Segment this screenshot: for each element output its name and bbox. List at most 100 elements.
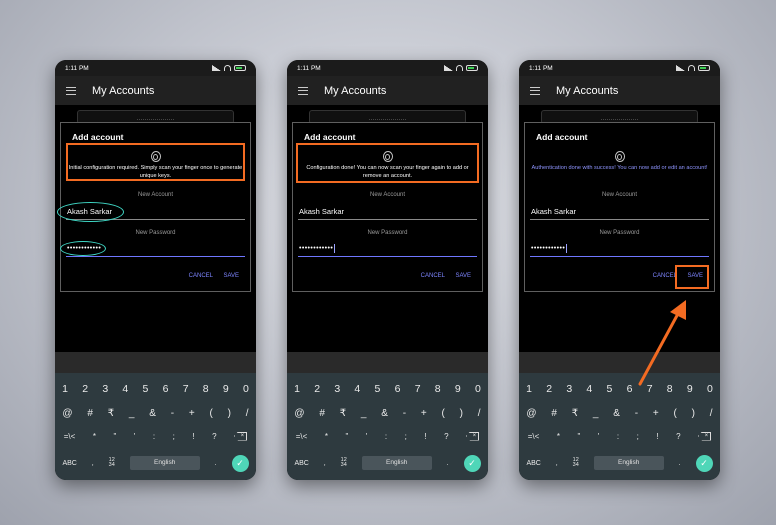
hamburger-menu-icon[interactable]: [298, 86, 308, 95]
key[interactable]: 0: [475, 383, 481, 395]
key[interactable]: 8: [203, 383, 209, 395]
key[interactable]: 7: [415, 383, 421, 395]
key[interactable]: ): [228, 408, 231, 419]
key[interactable]: !: [192, 432, 194, 441]
key[interactable]: 4: [354, 383, 360, 395]
key[interactable]: @: [62, 408, 72, 419]
key[interactable]: _: [593, 408, 599, 419]
key[interactable]: 3: [334, 383, 340, 395]
key[interactable]: ;: [173, 432, 175, 441]
cancel-button[interactable]: CANCEL: [653, 273, 677, 279]
backspace-icon[interactable]: ×: [698, 431, 712, 441]
comma-key[interactable]: ,: [324, 460, 326, 467]
key[interactable]: 1: [294, 383, 300, 395]
key[interactable]: @: [294, 408, 304, 419]
account-name-input[interactable]: Akash Sarkar: [530, 205, 709, 220]
save-button[interactable]: SAVE: [455, 273, 471, 279]
cancel-button[interactable]: CANCEL: [189, 273, 213, 279]
key[interactable]: 0: [243, 383, 249, 395]
key[interactable]: (: [673, 408, 676, 419]
key[interactable]: #: [551, 408, 557, 419]
key[interactable]: 2: [314, 383, 320, 395]
backspace-icon[interactable]: ×: [234, 431, 248, 441]
key[interactable]: /: [246, 408, 249, 419]
abc-key[interactable]: ABC: [62, 460, 76, 467]
comma-key[interactable]: ,: [92, 460, 94, 467]
ratio-key[interactable]: 12 34: [573, 457, 579, 469]
key[interactable]: @: [526, 408, 536, 419]
key[interactable]: -: [635, 408, 638, 419]
key[interactable]: =\<: [528, 432, 540, 441]
hamburger-menu-icon[interactable]: [530, 86, 540, 95]
key[interactable]: /: [710, 408, 713, 419]
key[interactable]: 2: [82, 383, 88, 395]
key[interactable]: (: [209, 408, 212, 419]
key[interactable]: 4: [586, 383, 592, 395]
key[interactable]: ;: [405, 432, 407, 441]
key[interactable]: ": [345, 432, 348, 441]
key[interactable]: *: [557, 432, 560, 441]
space-key[interactable]: English: [593, 456, 664, 470]
key[interactable]: #: [319, 408, 325, 419]
key[interactable]: 6: [163, 383, 169, 395]
key[interactable]: &: [149, 408, 156, 419]
cancel-button[interactable]: CANCEL: [421, 273, 445, 279]
key[interactable]: ₹: [108, 408, 114, 419]
key[interactable]: #: [87, 408, 93, 419]
key[interactable]: 2: [546, 383, 552, 395]
key[interactable]: &: [613, 408, 620, 419]
key[interactable]: :: [617, 432, 619, 441]
key[interactable]: 9: [223, 383, 229, 395]
key[interactable]: 5: [607, 383, 613, 395]
key[interactable]: ": [113, 432, 116, 441]
key[interactable]: *: [325, 432, 328, 441]
ratio-key[interactable]: 12 34: [109, 457, 115, 469]
password-input[interactable]: ••••••••••••: [530, 242, 709, 257]
key[interactable]: /: [478, 408, 481, 419]
key[interactable]: ): [692, 408, 695, 419]
space-key[interactable]: English: [361, 456, 432, 470]
key[interactable]: ₹: [572, 408, 578, 419]
key[interactable]: !: [656, 432, 658, 441]
key[interactable]: 5: [375, 383, 381, 395]
comma-key[interactable]: ,: [556, 460, 558, 467]
key[interactable]: _: [361, 408, 367, 419]
key[interactable]: =\<: [296, 432, 308, 441]
space-key[interactable]: English: [129, 456, 200, 470]
save-button[interactable]: SAVE: [223, 273, 239, 279]
backspace-icon[interactable]: ×: [466, 431, 480, 441]
key[interactable]: 3: [102, 383, 108, 395]
enter-check-icon[interactable]: ✓: [695, 454, 713, 472]
enter-check-icon[interactable]: ✓: [463, 454, 481, 472]
ratio-key[interactable]: 12 34: [341, 457, 347, 469]
key[interactable]: ?: [676, 432, 680, 441]
key[interactable]: :: [153, 432, 155, 441]
key[interactable]: ?: [212, 432, 216, 441]
key[interactable]: ?: [444, 432, 448, 441]
key[interactable]: ': [134, 432, 136, 441]
key[interactable]: =\<: [64, 432, 76, 441]
key[interactable]: _: [129, 408, 135, 419]
key[interactable]: 0: [707, 383, 713, 395]
key[interactable]: 7: [183, 383, 189, 395]
key[interactable]: (: [441, 408, 444, 419]
key[interactable]: 1: [62, 383, 68, 395]
key[interactable]: 1: [526, 383, 532, 395]
key[interactable]: ": [577, 432, 580, 441]
period-key[interactable]: .: [215, 460, 217, 467]
account-name-input[interactable]: Akash Sarkar: [298, 205, 477, 220]
key[interactable]: 4: [122, 383, 128, 395]
key[interactable]: 6: [627, 383, 633, 395]
key[interactable]: 6: [395, 383, 401, 395]
key[interactable]: !: [424, 432, 426, 441]
key[interactable]: +: [421, 408, 427, 419]
key[interactable]: :: [385, 432, 387, 441]
key[interactable]: *: [93, 432, 96, 441]
key[interactable]: 5: [143, 383, 149, 395]
password-input[interactable]: ••••••••••••: [298, 242, 477, 257]
key[interactable]: -: [171, 408, 174, 419]
key[interactable]: ;: [637, 432, 639, 441]
key[interactable]: +: [653, 408, 659, 419]
key[interactable]: ): [460, 408, 463, 419]
key[interactable]: 9: [455, 383, 461, 395]
